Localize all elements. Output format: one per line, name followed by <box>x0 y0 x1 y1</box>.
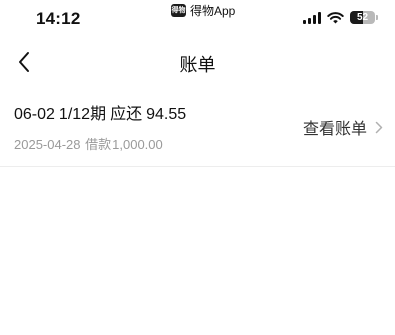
bill-summary: 06-02 1/12期 应还 94.55 <box>14 100 190 124</box>
status-indicators: 52 <box>303 11 378 24</box>
bill-due-label: 应还 <box>110 106 143 123</box>
bill-due-date: 06-02 <box>14 106 55 123</box>
app-badge-icon: 得物 <box>171 4 186 17</box>
bill-loan-info: 2025-04-28 借款1,000.00 <box>14 134 164 153</box>
chevron-right-icon <box>375 121 383 133</box>
bill-loan-amount: 1,000.00 <box>112 137 163 152</box>
bill-installment: 1/12期 <box>58 106 107 123</box>
bill-loan-label: 借款 <box>85 137 112 152</box>
battery-level: 52 <box>356 12 369 23</box>
bill-list-item[interactable]: 06-02 1/12期 应还 94.55 2025-04-28 借款1,000.00 … <box>0 90 395 167</box>
bill-amount: 94.55 <box>146 106 187 123</box>
nav-bar: 账单 <box>0 40 395 84</box>
view-bill-label: 查看账单 <box>302 121 367 138</box>
battery-icon: 52 <box>350 11 378 24</box>
status-time: 14:12 <box>36 9 81 28</box>
view-bill-link[interactable]: 查看账单 <box>303 115 383 139</box>
signal-icon <box>303 11 321 24</box>
bill-loan-date: 2025-04-28 <box>14 137 81 152</box>
status-bar: 14:12 得物 得物App 52 <box>0 0 395 36</box>
wifi-icon <box>327 11 344 23</box>
app-badge: 得物 得物App <box>171 2 235 19</box>
battery-nub <box>376 15 378 20</box>
page-title: 账单 <box>179 55 216 75</box>
app-badge-label: 得物App <box>190 4 236 18</box>
